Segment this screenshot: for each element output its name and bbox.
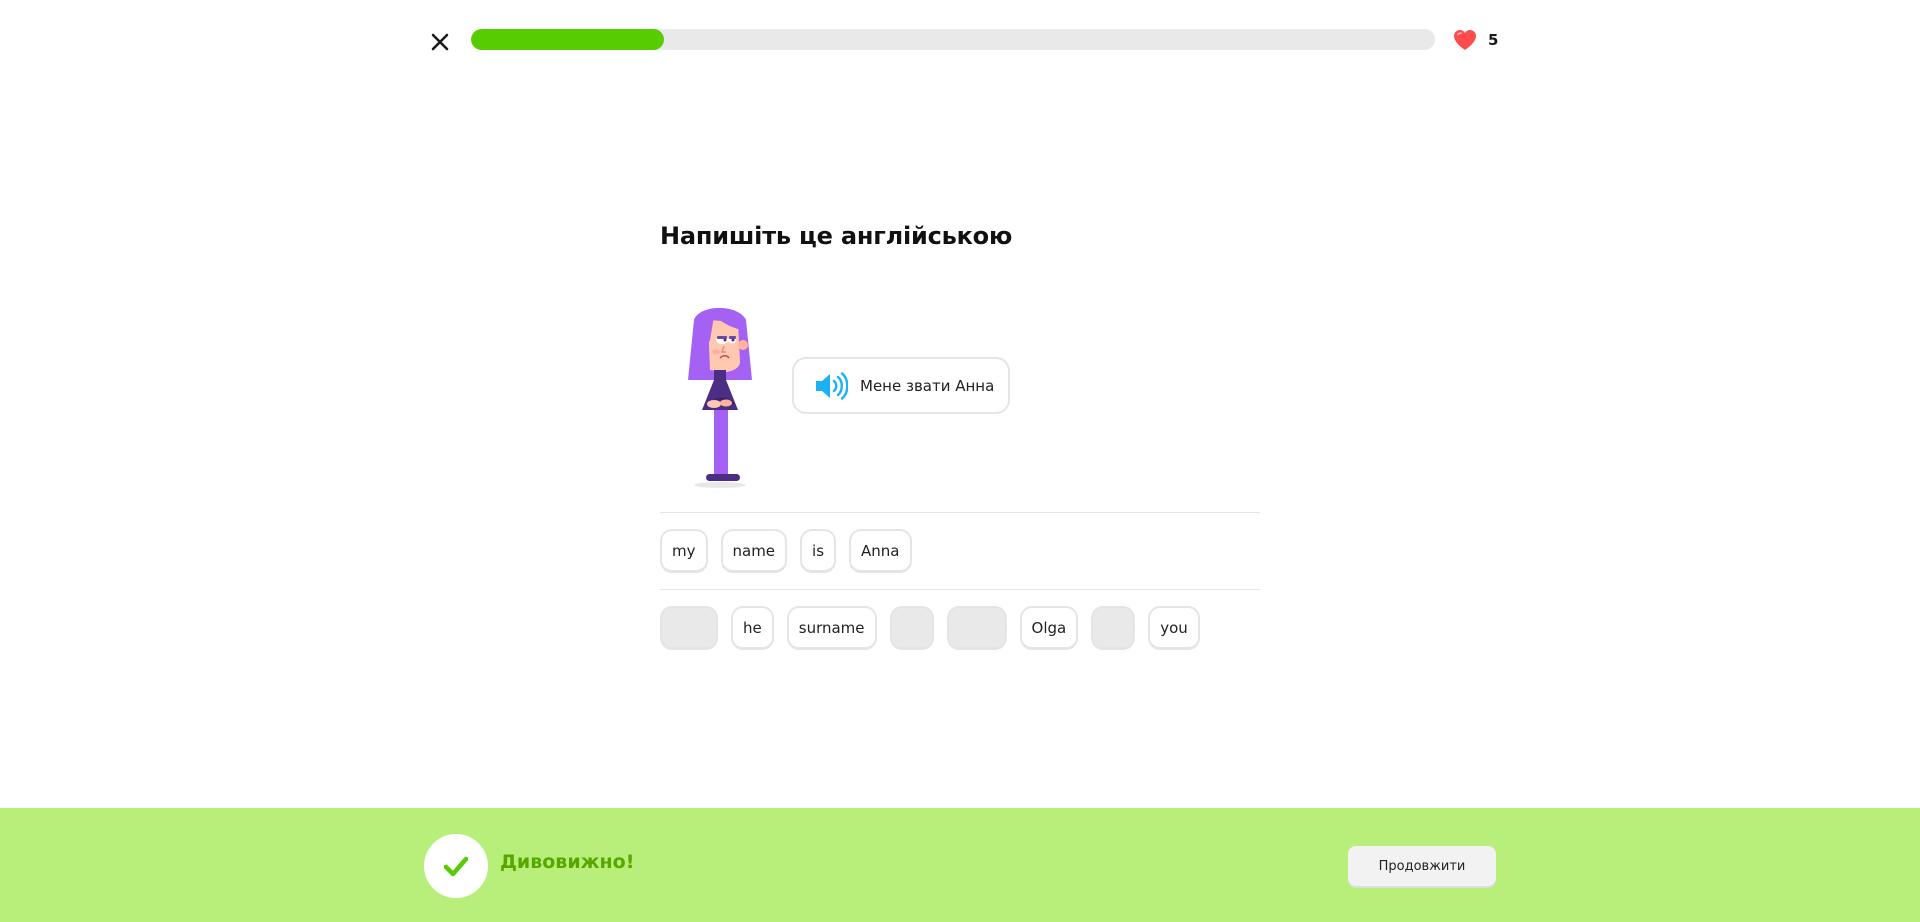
progress-bar	[471, 29, 1435, 50]
answer-line-top	[660, 512, 1260, 513]
check-icon	[424, 834, 488, 898]
challenge-title: Напишіть це англійською	[660, 222, 1013, 250]
progress-bar-fill	[471, 29, 664, 50]
word-bank-tile[interactable]: surname	[786, 606, 877, 650]
close-icon[interactable]	[424, 26, 456, 58]
word-bank-slot-used	[889, 606, 934, 650]
character-illustration	[680, 300, 760, 490]
continue-button[interactable]: Продовжити	[1348, 846, 1496, 886]
answer-line-bottom	[660, 589, 1260, 590]
heart-icon	[1454, 30, 1476, 50]
answer-area: my name is Anna	[660, 529, 912, 573]
feedback-footer: Дивовижно! Продовжити	[0, 808, 1920, 922]
word-bank-slot-used	[660, 606, 718, 650]
answer-tile[interactable]: is	[800, 529, 837, 573]
feedback-message: Дивовижно!	[500, 851, 635, 873]
answer-tile[interactable]: my	[660, 529, 708, 573]
speaker-icon[interactable]	[814, 371, 848, 400]
word-bank-tile[interactable]: you	[1148, 606, 1200, 650]
hearts-counter[interactable]: 5	[1452, 24, 1498, 56]
answer-tile[interactable]: name	[720, 529, 788, 573]
source-sentence: Мене звати Анна	[860, 376, 995, 395]
word-bank-slot-used	[946, 606, 1007, 650]
word-bank: he surname Olga you	[660, 606, 1200, 650]
answer-tile[interactable]: Anna	[849, 529, 912, 573]
lesson-header: 5	[424, 24, 1498, 58]
hearts-count: 5	[1488, 31, 1499, 49]
word-bank-tile[interactable]: Olga	[1019, 606, 1079, 650]
word-bank-slot-used	[1091, 606, 1136, 650]
word-bank-tile[interactable]: he	[731, 606, 774, 650]
speech-bubble: Мене звати Анна	[792, 357, 1010, 414]
